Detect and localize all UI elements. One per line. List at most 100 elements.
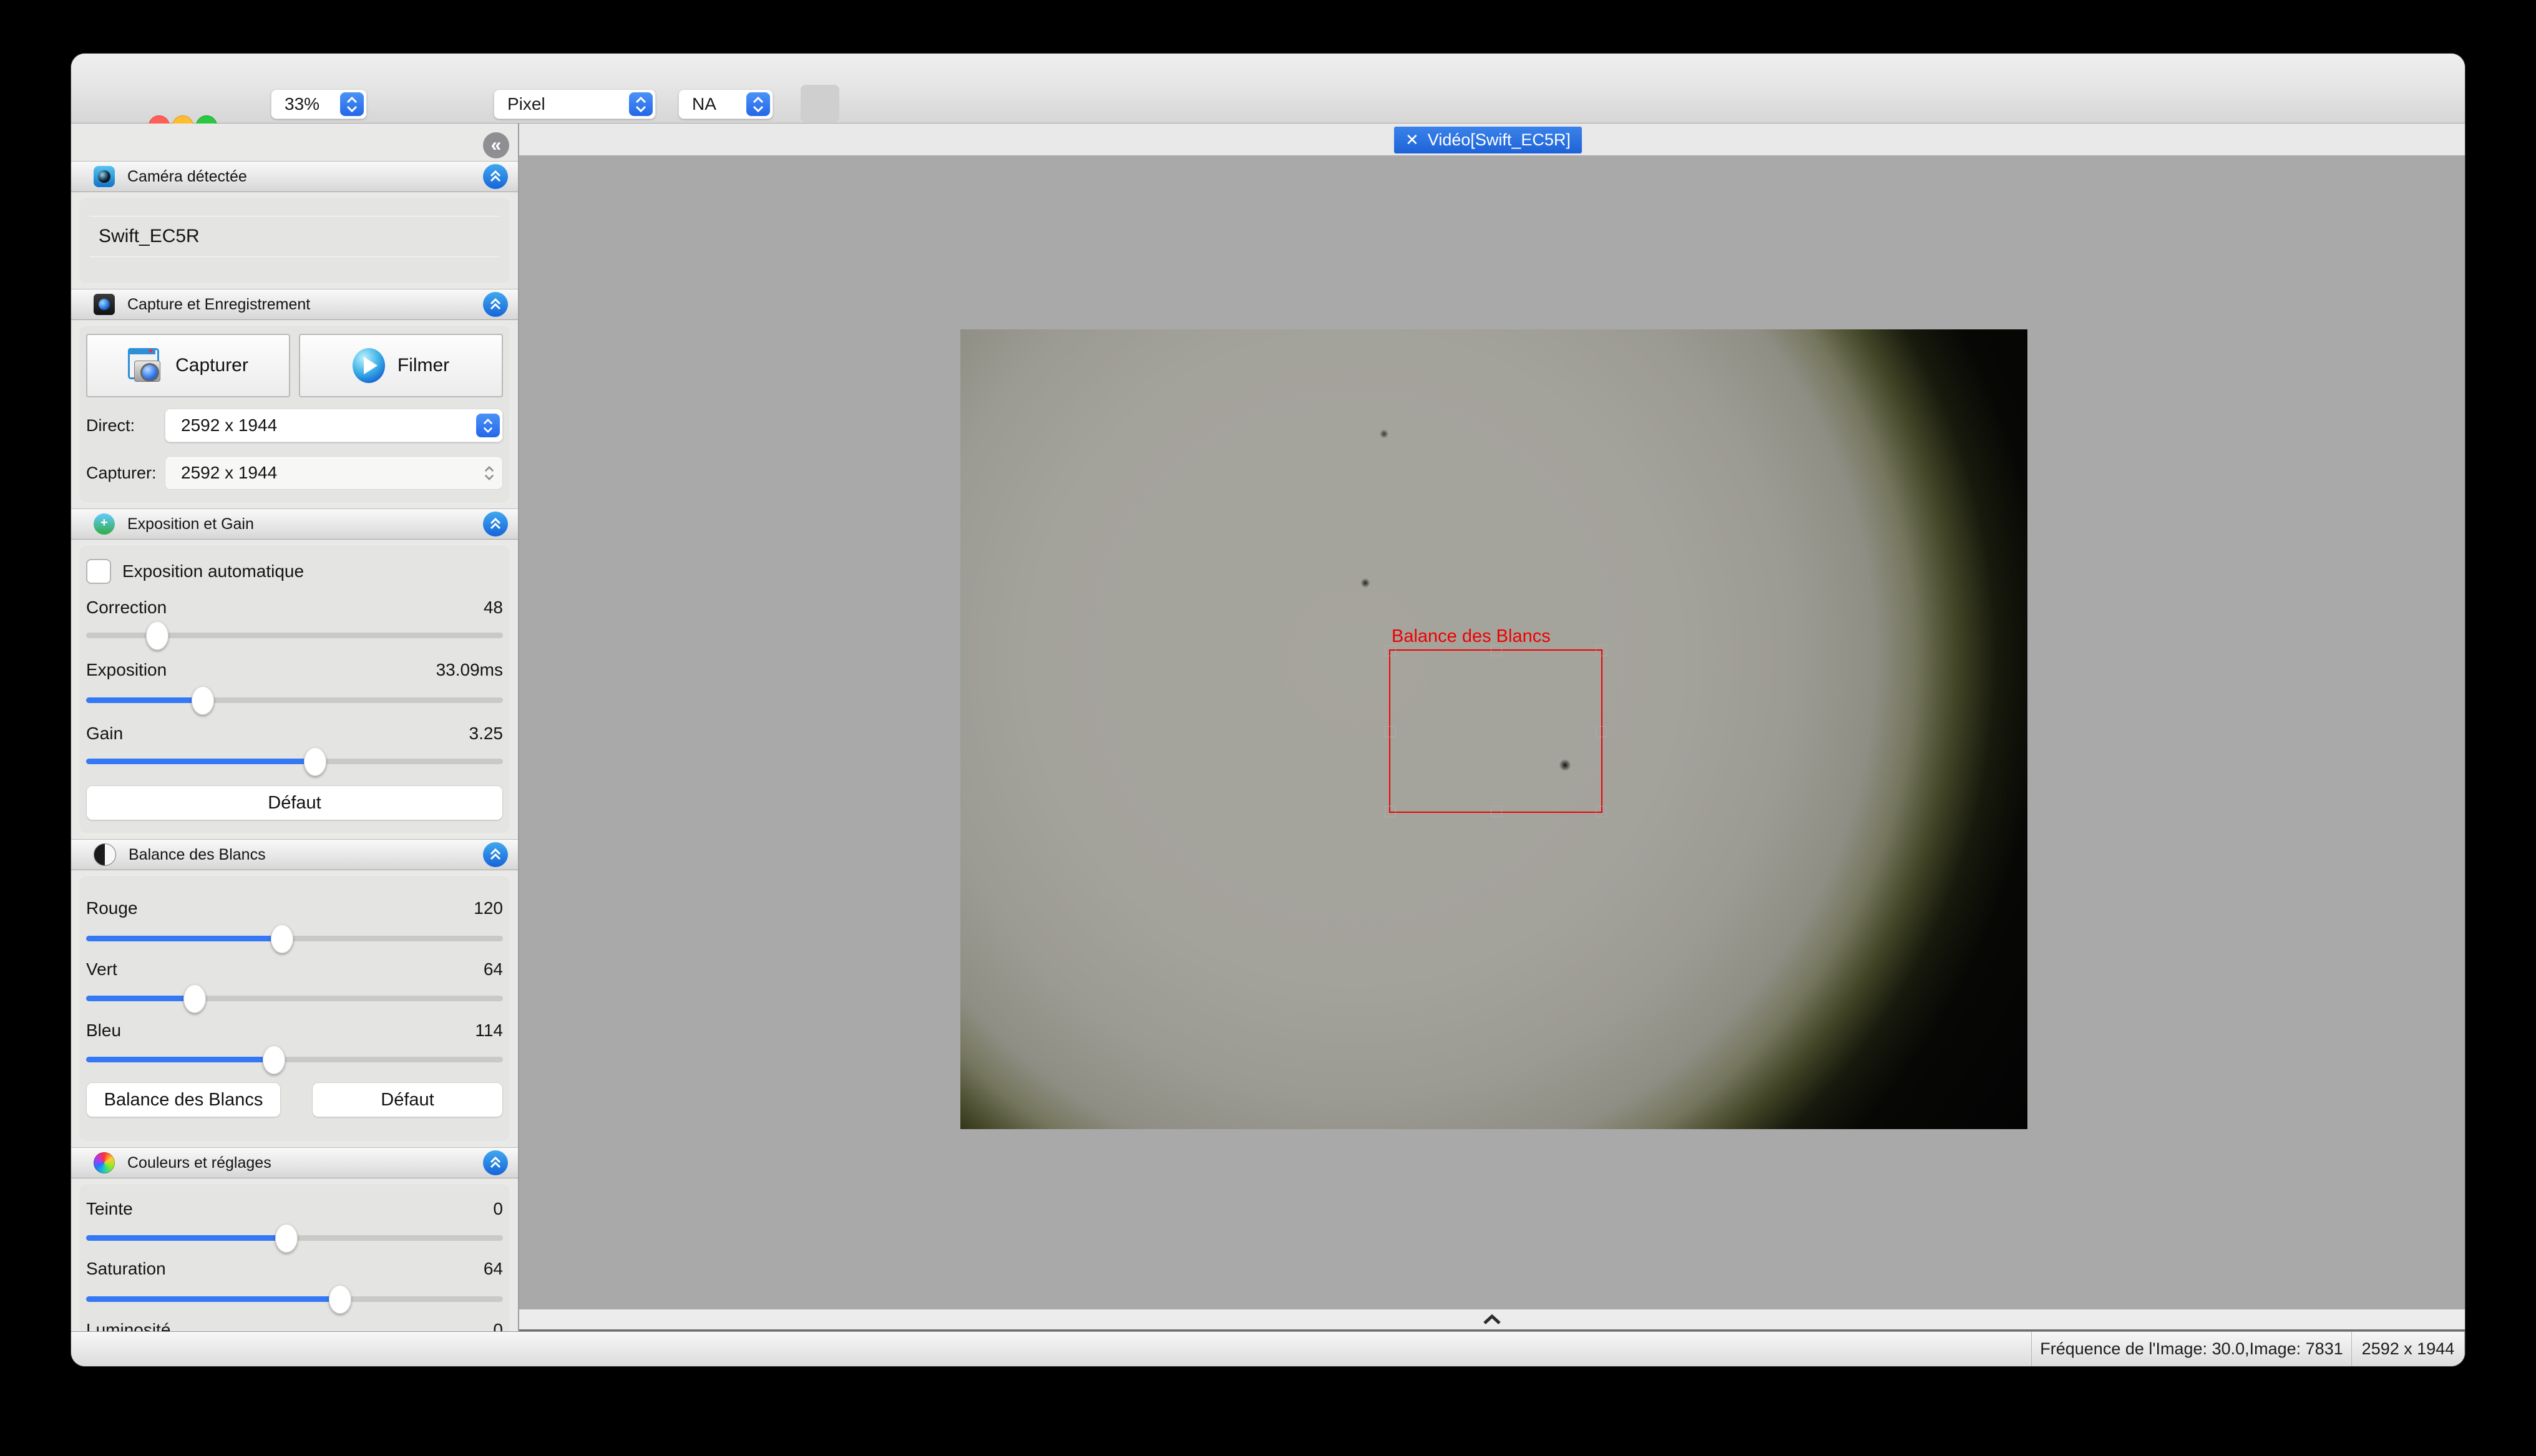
double-chevron-up-icon [489,848,502,861]
na-value: NA [678,94,746,114]
record-button-label: Filmer [397,355,449,376]
roi-handle[interactable] [1596,806,1607,817]
correction-value: 48 [484,598,503,618]
blue-value: 114 [475,1021,503,1041]
pointer-tool-selected[interactable] [801,85,839,122]
panel-header-camera[interactable]: Caméra détectée [71,161,518,192]
roi-handle[interactable] [1596,726,1607,737]
roi-handle[interactable] [1385,806,1396,817]
blue-slider[interactable] [86,1045,503,1074]
exposure-gain-icon: + [94,513,115,535]
panel-title: Balance des Blancs [129,846,266,864]
unit-value: Pixel [494,94,629,114]
collapse-panel-button[interactable] [483,292,508,317]
white-balance-default-button[interactable]: Défaut [312,1082,503,1117]
zoom-stepper[interactable] [340,92,364,116]
gain-label: Gain [86,724,123,744]
collapse-panel-button[interactable] [483,842,508,867]
collapse-panel-button[interactable] [483,512,508,536]
roi-label: Balance des Blancs [1392,626,1551,647]
saturation-label: Saturation [86,1259,166,1279]
snap-resolution-value: 2592 x 1944 [165,463,484,483]
live-resolution-value: 2592 x 1944 [165,415,476,435]
exposure-default-button[interactable]: Défaut [86,785,503,820]
snap-resolution-select[interactable]: 2592 x 1944 [165,456,503,490]
red-slider-thumb[interactable] [271,925,293,953]
roi-handle[interactable] [1385,726,1396,737]
collapse-glyph: « [491,135,502,156]
correction-label: Correction [86,598,167,618]
frame-info-text: Fréquence de l'Image: 30.0,Image: 7831 [2040,1339,2343,1359]
hue-slider-thumb[interactable] [275,1224,298,1253]
snap-resolution-stepper[interactable] [484,467,494,480]
white-balance-roi[interactable] [1389,649,1602,813]
bottom-panel-expander[interactable] [519,1309,2465,1331]
roi-handle[interactable] [1491,806,1502,817]
panel-header-colors[interactable]: Couleurs et réglages [71,1147,518,1178]
blue-slider-thumb[interactable] [263,1046,285,1074]
white-balance-button[interactable]: Balance des Blancs [86,1082,281,1117]
red-slider[interactable] [86,924,503,953]
sidebar-collapse-button[interactable]: « [483,132,509,158]
saturation-value: 64 [484,1259,503,1279]
capture-photo-icon [128,348,163,383]
snap-resolution-label: Capturer: [86,463,165,483]
roi-handle[interactable] [1596,645,1607,656]
saturation-slider[interactable] [86,1284,503,1313]
hue-label: Teinte [86,1199,133,1219]
panel-body-camera: Swift_EC5R [71,192,518,289]
zoom-level-select[interactable]: 33% [271,89,367,119]
live-resolution-stepper[interactable] [476,414,500,437]
unit-stepper[interactable] [629,92,653,116]
exposure-slider-thumb[interactable] [192,686,214,715]
capture-record-icon [94,294,115,315]
correction-slider-thumb[interactable] [146,621,168,650]
resolution-text: 2592 x 1944 [2362,1339,2455,1359]
panel-title: Exposition et Gain [127,515,254,533]
video-tab[interactable]: ✕ Vidéo[Swift_EC5R] [1394,127,1582,153]
capture-button-label: Capturer [175,355,248,376]
blue-label: Bleu [86,1021,121,1041]
green-label: Vert [86,959,117,979]
panel-body-exposure: Exposition automatique Correction 48 Exp… [71,540,518,839]
luminosity-value: 0 [493,1320,503,1331]
double-chevron-up-icon [489,1156,502,1170]
gain-slider-thumb[interactable] [304,747,326,776]
hue-value: 0 [493,1199,503,1219]
close-tab-icon[interactable]: ✕ [1405,130,1419,150]
roi-handle[interactable] [1491,645,1502,656]
frame-info-cell: Fréquence de l'Image: 30.0,Image: 7831 [2031,1332,2351,1366]
capture-button[interactable]: Capturer [86,334,290,397]
gain-value: 3.25 [469,724,504,744]
roi-handle[interactable] [1385,645,1396,656]
double-chevron-up-icon [489,170,502,183]
panel-header-capture[interactable]: Capture et Enregistrement [71,289,518,320]
main-area: « Caméra détectée Swift_EC5R [71,124,2465,1331]
panel-title: Capture et Enregistrement [127,296,310,314]
unit-select[interactable]: Pixel [494,89,656,119]
correction-slider[interactable] [86,621,503,649]
gain-slider[interactable] [86,747,503,775]
green-slider[interactable] [86,984,503,1012]
green-slider-thumb[interactable] [183,984,206,1013]
panel-header-white-balance[interactable]: Balance des Blancs [71,839,518,870]
double-chevron-up-icon [489,517,502,531]
na-select[interactable]: NA [678,89,773,119]
collapse-panel-button[interactable] [483,1150,508,1175]
record-button[interactable]: Filmer [299,334,503,397]
panel-body-colors: Teinte 0 Saturation 64 [71,1178,518,1331]
exposure-slider[interactable] [86,686,503,714]
saturation-slider-thumb[interactable] [329,1285,351,1314]
sidebar: « Caméra détectée Swift_EC5R [71,124,519,1331]
panel-body-capture: Capturer Filmer Direct: 2592 x 1944 [71,320,518,508]
na-stepper[interactable] [746,92,770,116]
white-balance-icon [94,843,116,866]
hue-slider[interactable] [86,1223,503,1252]
auto-exposure-checkbox[interactable] [86,559,111,584]
panel-header-exposure[interactable]: + Exposition et Gain [71,508,518,540]
collapse-panel-button[interactable] [483,164,508,189]
live-video-view[interactable]: Balance des Blancs [960,329,2027,1129]
live-resolution-select[interactable]: 2592 x 1944 [165,409,503,442]
exposure-value: 33.09ms [436,660,503,680]
camera-list-item[interactable]: Swift_EC5R [90,216,499,257]
